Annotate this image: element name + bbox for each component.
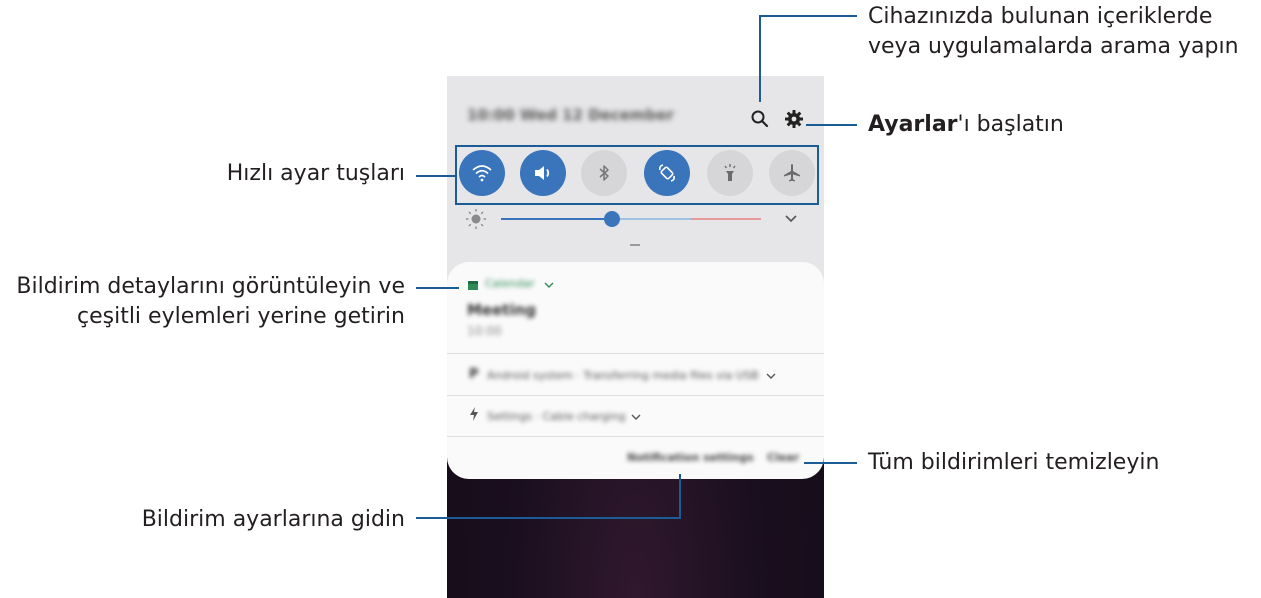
auto-rotate-toggle[interactable]: [644, 150, 690, 196]
chevron-down-icon[interactable]: [784, 213, 798, 225]
panel-handle[interactable]: [630, 244, 640, 246]
search-icon[interactable]: [749, 108, 771, 130]
chevron-down-icon[interactable]: [544, 281, 554, 289]
clear-callout: Tüm bildirimleri temizleyin: [868, 448, 1159, 478]
settings-callout-rest: 'ı başlatın: [957, 112, 1064, 137]
notification-title[interactable]: Meeting: [467, 301, 536, 319]
brightness-slider-thumb[interactable]: [604, 211, 620, 227]
airplane-mode-icon: [784, 164, 800, 182]
notification-callout-line2: çeşitli eylemleri yerine getirin: [76, 304, 405, 329]
airplane-mode-toggle[interactable]: [769, 150, 815, 196]
chevron-down-icon[interactable]: [631, 413, 641, 421]
clear-leader: [804, 462, 857, 464]
charging-icon: [470, 407, 478, 421]
quick-settings-callout-text: Hızlı ayar tuşları: [226, 161, 405, 186]
settings-app: Settings: [487, 410, 533, 423]
quick-settings-highlight: [455, 145, 819, 205]
notification-settings-callout-text: Bildirim ayarlarına gidin: [141, 507, 405, 532]
brightness-track-filled: [501, 218, 611, 220]
search-leader-horizontal: [760, 15, 857, 17]
settings-leader: [806, 124, 857, 126]
brightness-track-empty: [611, 218, 691, 220]
brightness-track-high: [691, 218, 761, 220]
settings-callout-bold: Ayarlar: [868, 112, 958, 137]
sound-toggle[interactable]: [520, 150, 566, 196]
notification-time: 10:00: [467, 324, 502, 338]
auto-rotate-icon: [659, 164, 675, 182]
calendar-app-name: Calendar: [485, 277, 535, 290]
flashlight-toggle[interactable]: [707, 150, 753, 196]
search-callout: Cihazınızda bulunan içeriklerde veya uyg…: [868, 2, 1239, 62]
notification-callout-line1: Bildirim detaylarını görüntüleyin ve: [16, 274, 405, 299]
android-system-notification[interactable]: Android system · Transferring media file…: [487, 369, 759, 382]
notification-settings-button[interactable]: Notification settings: [627, 451, 754, 464]
settings-callout: Ayarlar'ı başlatın: [868, 110, 1064, 140]
notification-leader: [416, 287, 459, 289]
search-leader-vertical: [759, 15, 761, 102]
notification-divider: [447, 395, 824, 396]
calendar-icon: [468, 281, 478, 290]
brightness-icon: [466, 209, 486, 229]
wifi-icon: [472, 165, 492, 182]
notification-settings-leader-vertical: [679, 474, 681, 519]
flashlight-icon: [724, 164, 736, 181]
notification-callout: Bildirim detaylarını görüntüleyin ve çeş…: [0, 272, 405, 332]
clear-callout-text: Tüm bildirimleri temizleyin: [868, 450, 1160, 475]
sound-icon: [535, 166, 550, 180]
wifi-toggle[interactable]: [459, 150, 505, 196]
bluetooth-toggle[interactable]: [581, 150, 627, 196]
bluetooth-icon: [599, 165, 609, 181]
settings-notification[interactable]: Settings · Cable charging: [487, 410, 625, 423]
search-callout-line2: veya uygulamalarda arama yapın: [868, 34, 1239, 59]
android-system-app: Android system: [487, 369, 573, 382]
status-bar-date: 10:00 Wed 12 December: [467, 106, 674, 124]
brightness-control: [459, 205, 809, 235]
notification-card: Calendar Meeting 10:00 P Android system …: [447, 262, 824, 479]
chevron-down-icon[interactable]: [766, 372, 776, 380]
android-system-text: Transferring media files via USB: [583, 369, 759, 382]
quick-settings-callout: Hızlı ayar tuşları: [150, 159, 405, 189]
search-callout-line1: Cihazınızda bulunan içeriklerde: [868, 4, 1213, 29]
notification-settings-callout: Bildirim ayarlarına gidin: [100, 505, 405, 535]
notification-divider: [447, 436, 824, 437]
quick-settings-leader: [416, 175, 455, 177]
settings-text: Cable charging: [542, 410, 626, 423]
notification-settings-leader-horizontal: [416, 517, 681, 519]
notification-divider: [447, 353, 824, 354]
android-system-icon: P: [469, 367, 479, 382]
gear-icon[interactable]: [783, 108, 805, 130]
clear-button[interactable]: Clear: [767, 451, 799, 464]
